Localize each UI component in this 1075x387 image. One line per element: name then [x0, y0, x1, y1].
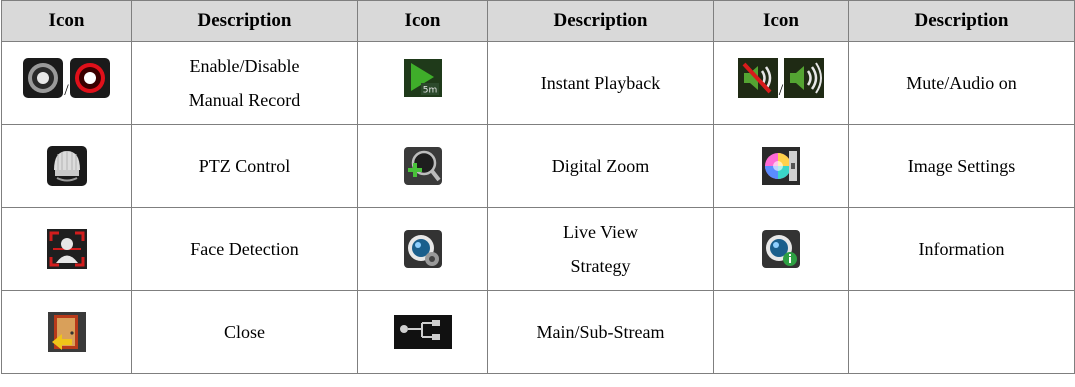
record-off-icon [23, 57, 64, 98]
description-cell: Live View Strategy [487, 207, 714, 291]
description-cell: Digital Zoom [487, 124, 714, 208]
header-icon: Icon [713, 0, 849, 42]
icon-cell [357, 207, 488, 291]
record-on-icon [69, 57, 110, 98]
description-line: Strategy [570, 256, 631, 276]
main-sub-stream-icon [393, 315, 452, 349]
mute-icon [737, 57, 778, 98]
description-cell: Mute/Audio on [848, 41, 1075, 125]
icon-cell [1, 290, 132, 374]
live-view-strategy-icon [403, 230, 442, 268]
description-cell: Enable/Disable Manual Record [131, 41, 358, 125]
icon-cell: / [713, 41, 849, 125]
description-cell-empty [848, 290, 1075, 374]
description-line: Manual Record [188, 90, 301, 110]
description-cell: Instant Playback [487, 41, 714, 125]
description-cell: Main/Sub-Stream [487, 290, 714, 374]
icon-cell-empty [713, 290, 849, 374]
playback-badge: 5m [422, 85, 437, 95]
header-icon: Icon [1, 0, 132, 42]
description-line: Enable/Disable [189, 56, 300, 76]
table-header-row: Icon Description Icon Description Icon D… [1, 0, 1075, 42]
description-cell: Close [131, 290, 358, 374]
information-icon [762, 230, 800, 268]
icon-cell [713, 124, 849, 208]
image-settings-icon [762, 147, 800, 185]
separator: / [64, 81, 69, 99]
digital-zoom-icon [403, 147, 442, 185]
description-cell: Face Detection [131, 207, 358, 291]
header-description: Description [848, 0, 1075, 42]
ptz-dome-icon [46, 146, 87, 186]
instant-playback-icon: 5m [403, 58, 442, 97]
description-line: Live View [562, 222, 639, 242]
icon-cell: 5m [357, 41, 488, 125]
header-description: Description [487, 0, 714, 42]
table-row: Face Detection Live View Strategy Inform… [1, 207, 1075, 291]
description-cell: Information [848, 207, 1075, 291]
icon-cell [357, 124, 488, 208]
face-detection-icon [46, 229, 87, 269]
table-row: Close Main/Sub-Stream [1, 290, 1075, 374]
icon-description-table: Icon Description Icon Description Icon D… [1, 0, 1075, 374]
icon-cell [1, 124, 132, 208]
icon-cell [713, 207, 849, 291]
separator: / [778, 81, 784, 99]
table-row: PTZ Control Digital Zoom Image Settings [1, 124, 1075, 208]
close-door-icon [47, 312, 86, 352]
description-cell: Image Settings [848, 124, 1075, 208]
icon-cell [357, 290, 488, 374]
icon-cell: / [1, 41, 132, 125]
header-icon: Icon [357, 0, 488, 42]
icon-cell [1, 207, 132, 291]
audio-on-icon [784, 57, 825, 98]
description-cell: PTZ Control [131, 124, 358, 208]
table-row: / Enable/Disable Manual Record 5m Instan… [1, 41, 1075, 125]
header-description: Description [131, 0, 358, 42]
